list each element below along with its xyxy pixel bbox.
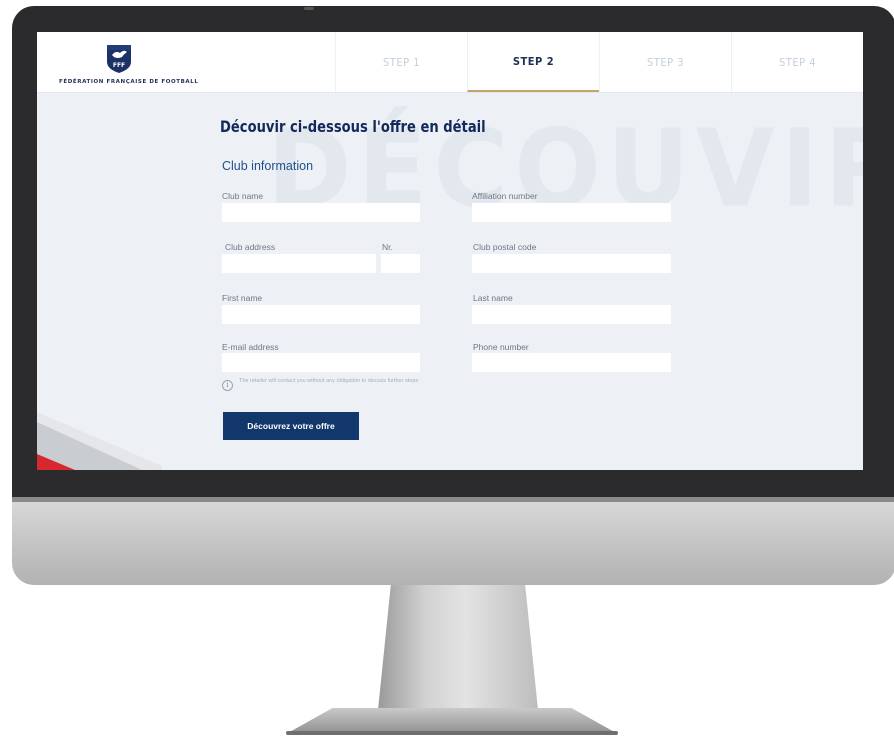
phone-number-input[interactable]	[472, 353, 671, 372]
top-bar: FFF FÉDÉRATION FRANÇAISE DE FOOTBALL STE…	[37, 32, 863, 93]
affiliation-number-label: Affiliation number	[472, 191, 538, 201]
info-note: i The retailer will contact you without …	[222, 378, 432, 396]
monitor-chin-edge	[12, 497, 894, 502]
tab-step-1[interactable]: STEP 1	[335, 32, 467, 92]
email-label: E-mail address	[222, 342, 279, 352]
last-name-label: Last name	[473, 293, 513, 303]
info-note-text: The retailer will contact you without an…	[239, 378, 419, 384]
club-postal-code-input[interactable]	[472, 254, 671, 273]
fff-shield-icon: FFF	[107, 45, 131, 73]
screen: FFF FÉDÉRATION FRANÇAISE DE FOOTBALL STE…	[37, 32, 863, 470]
club-name-label: Club name	[222, 191, 264, 201]
tab-step-4[interactable]: STEP 4	[731, 32, 863, 92]
info-icon: i	[222, 380, 233, 391]
affiliation-number-input[interactable]	[472, 203, 671, 222]
phone-number-label: Phone number	[473, 342, 529, 352]
club-address-label: Club address	[225, 242, 276, 252]
tab-step-3[interactable]: STEP 3	[599, 32, 731, 92]
monitor-chin	[12, 497, 894, 585]
fff-logo[interactable]: FFF FÉDÉRATION FRANÇAISE DE FOOTBALL	[59, 44, 199, 88]
page-title: Découvir ci-dessous l'offre en détail	[220, 117, 486, 136]
monitor-stand-neck	[378, 585, 538, 710]
monitor-stand-base-edge	[286, 731, 618, 735]
club-name-input[interactable]	[222, 203, 420, 222]
last-name-input[interactable]	[472, 305, 671, 324]
logo-monogram: FFF	[113, 62, 125, 69]
brand-name: FÉDÉRATION FRANÇAISE DE FOOTBALL	[59, 79, 199, 85]
address-number-input[interactable]	[381, 254, 420, 273]
first-name-label: First name	[222, 293, 263, 303]
address-number-label: Nr.	[382, 242, 393, 252]
club-postal-code-label: Club postal code	[473, 242, 537, 252]
monitor-camera	[304, 7, 314, 10]
section-title: Club information	[222, 159, 314, 173]
first-name-input[interactable]	[222, 305, 420, 324]
club-address-input[interactable]	[222, 254, 376, 273]
corner-stripe-decoration	[37, 412, 162, 470]
tab-step-2[interactable]: STEP 2	[467, 32, 599, 92]
step-navigation: STEP 1 STEP 2 STEP 3 STEP 4	[335, 32, 863, 92]
discover-offer-button[interactable]: Découvrez votre offre	[223, 412, 359, 440]
email-input[interactable]	[222, 353, 420, 372]
